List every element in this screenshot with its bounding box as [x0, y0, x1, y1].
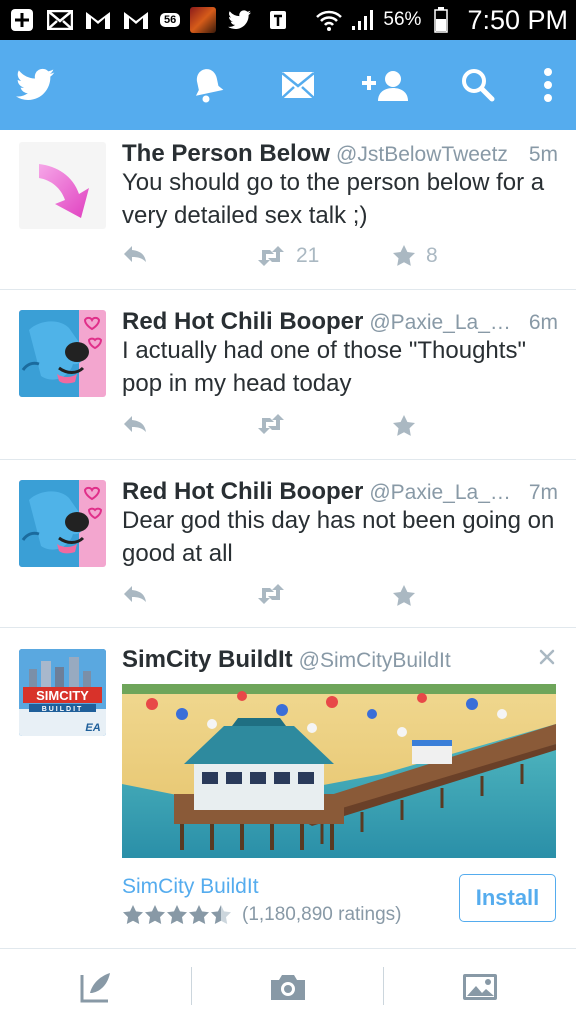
tweet-author-name[interactable]: Red Hot Chili Booper [122, 478, 363, 506]
publisher-logo-text: EA [85, 722, 100, 734]
favorite-count: 8 [426, 244, 438, 267]
tweet-timestamp: 7m [528, 481, 558, 504]
install-button[interactable]: Install [459, 874, 556, 922]
gmail-notification-icon-2 [122, 8, 150, 32]
retweet-button[interactable]: 21 [256, 244, 319, 268]
battery-percent: 56% [383, 9, 422, 30]
avatar[interactable] [19, 310, 106, 397]
app-header [0, 40, 576, 130]
twitter-notification-icon [226, 8, 254, 32]
reply-button[interactable] [122, 414, 148, 434]
gmail-notification-icon [84, 8, 112, 32]
retweet-button[interactable] [256, 584, 296, 604]
tweet-text: I actually had one of those "Thoughts" p… [122, 337, 526, 397]
email-notification-icon [46, 8, 74, 32]
reply-icon [124, 246, 146, 262]
retweet-count: 21 [296, 244, 320, 267]
tweet-timestamp: 6m [528, 311, 558, 334]
ad-app-name[interactable]: SimCity BuildIt [122, 875, 259, 899]
photo-gallery-icon [463, 974, 497, 1000]
compose-tweet-button[interactable] [0, 949, 192, 1024]
timeline-feed[interactable]: The Person Below @JstBelowTweetz 5m You … [0, 130, 576, 948]
tweet-timestamp: 5m [528, 143, 558, 166]
retweet-icon [258, 246, 284, 266]
retweet-button[interactable] [256, 414, 296, 434]
tweet-actions: 21 8 [122, 244, 542, 274]
app-logo-text: SIMCITY [36, 688, 89, 703]
app-logo[interactable]: SIMCITY BUILDIT EA [19, 649, 106, 736]
tweet-actions [122, 414, 542, 444]
star-icon [393, 415, 415, 436]
tweet-text: Dear god this day has not been going on … [122, 507, 555, 567]
reply-button[interactable] [122, 244, 148, 264]
status-time: 7:50 PM [467, 4, 568, 35]
notification-count-badge: 56 [160, 13, 181, 27]
tweet-actions [122, 584, 542, 614]
retweet-icon [258, 584, 284, 604]
search-icon[interactable] [458, 40, 498, 130]
photo-gallery-button[interactable] [384, 949, 576, 1024]
battery-icon [427, 7, 455, 33]
reply-icon [124, 416, 146, 432]
tweet-item[interactable]: Red Hot Chili Booper @Paxie_La_Fl... 7m … [0, 460, 576, 628]
add-user-icon[interactable] [358, 40, 410, 130]
retweet-icon [258, 414, 284, 434]
rating-count: (1,180,890 ratings) [242, 904, 402, 925]
bottom-toolbar [0, 948, 576, 1024]
avatar[interactable] [19, 142, 106, 229]
camera-icon [271, 975, 305, 1000]
star-icon [393, 245, 415, 266]
ad-image[interactable] [122, 684, 556, 858]
tweet-author-handle[interactable]: @JstBelowTweetz [336, 143, 523, 167]
favorite-button[interactable] [392, 414, 426, 438]
tweet-item[interactable]: The Person Below @JstBelowTweetz 5m You … [0, 130, 576, 290]
app-logo-subtext: BUILDIT [42, 706, 84, 713]
tweet-text: You should go to the person below for a … [122, 169, 545, 229]
tweet-author-name[interactable]: The Person Below [122, 140, 330, 168]
ad-author-handle[interactable]: @SimCityBuildIt [299, 649, 558, 673]
favorite-button[interactable]: 8 [392, 244, 438, 268]
tweet-author-handle[interactable]: @Paxie_La_Fl... [369, 311, 522, 335]
signal-icon [349, 8, 377, 32]
camera-button[interactable] [192, 949, 384, 1024]
tweet-item[interactable]: Red Hot Chili Booper @Paxie_La_Fl... 6m … [0, 290, 576, 460]
reply-button[interactable] [122, 584, 148, 604]
app-rating: (1,180,890 ratings) [122, 904, 402, 926]
compose-tweet-icon [80, 973, 110, 1003]
tweet-author-name[interactable]: Red Hot Chili Booper [122, 308, 363, 336]
overflow-menu-icon[interactable] [534, 40, 562, 130]
twitter-bird-icon[interactable] [14, 40, 58, 130]
app-notification-icon [264, 8, 292, 32]
wifi-icon [315, 8, 343, 32]
status-bar: 56 56% 7:50 PM [0, 0, 576, 40]
rating-stars-icon [123, 905, 231, 924]
ad-author-name[interactable]: SimCity BuildIt [122, 646, 293, 674]
star-icon [393, 585, 415, 606]
game-notification-icon [190, 7, 217, 33]
tweet-author-handle[interactable]: @Paxie_La_Fl... [369, 481, 522, 505]
bell-icon[interactable] [188, 40, 228, 130]
avatar[interactable] [19, 480, 106, 567]
close-icon[interactable] [536, 646, 558, 668]
favorite-button[interactable] [392, 584, 426, 608]
reply-icon [124, 586, 146, 602]
envelope-icon[interactable] [278, 40, 318, 130]
add-notification-icon [8, 8, 36, 32]
